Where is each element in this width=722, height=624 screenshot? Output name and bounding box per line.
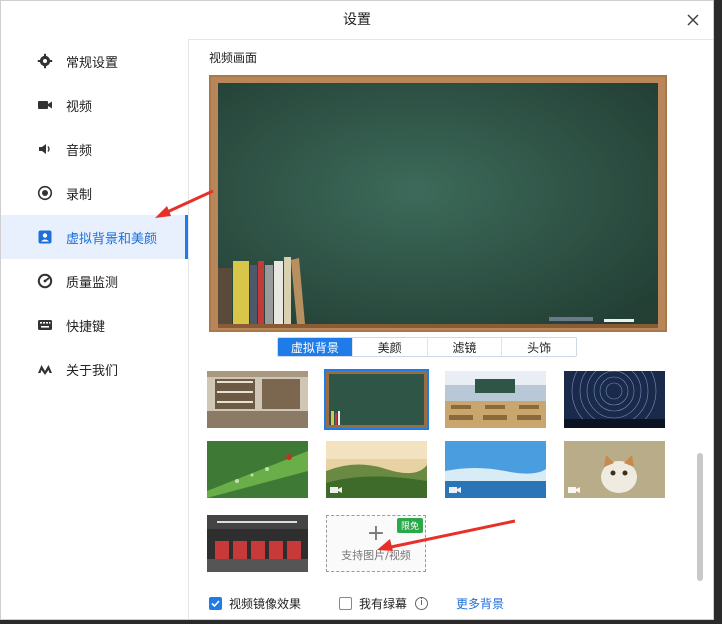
video-camera-icon xyxy=(37,97,53,113)
sidebar-item-label: 音频 xyxy=(66,143,93,159)
settings-window: 设置 常规设置 视频 音频 录制 虚拟背景和美颜 质量监测 快捷键 关于我们 视… xyxy=(0,0,714,620)
background-thumbnail-classroom[interactable] xyxy=(445,371,546,428)
sidebar: 常规设置 视频 音频 录制 虚拟背景和美颜 质量监测 快捷键 关于我们 xyxy=(1,39,189,619)
sidebar-item-label: 视频 xyxy=(66,99,93,115)
checkbox-checked-icon xyxy=(209,596,222,610)
tab-headwear[interactable]: 头饰 xyxy=(502,338,576,356)
checkbox-unchecked-icon xyxy=(339,596,353,610)
background-thumbnail-sofas-room[interactable] xyxy=(207,515,308,572)
greenscreen-checkbox[interactable]: 我有绿幕 i xyxy=(339,595,429,612)
sidebar-item-general[interactable]: 常规设置 xyxy=(1,39,188,83)
record-icon xyxy=(37,185,53,201)
title-bar: 设置 xyxy=(1,1,713,40)
window-title: 设置 xyxy=(343,12,371,28)
background-thumbnail-green-hills[interactable] xyxy=(326,441,427,498)
sidebar-item-label: 常规设置 xyxy=(66,55,119,71)
video-badge-icon xyxy=(330,487,342,493)
main-panel: 视频画面 虚拟背景 美颜 滤镜 头饰 限免 + 支持图片/视频 视频镜像效果 我… xyxy=(189,39,713,619)
portrait-icon xyxy=(37,229,53,245)
monitor-gauge-icon xyxy=(37,273,53,289)
background-thumbnail-bookshelf-room[interactable] xyxy=(207,371,308,428)
video-preview xyxy=(209,75,667,332)
section-title: 视频画面 xyxy=(209,51,258,65)
effect-tabs: 虚拟背景 美颜 滤镜 头饰 xyxy=(277,337,577,357)
sidebar-item-virtual-background[interactable]: 虚拟背景和美颜 xyxy=(1,215,188,259)
video-badge-icon xyxy=(568,487,580,493)
sidebar-item-record[interactable]: 录制 xyxy=(1,171,188,215)
scrollbar[interactable] xyxy=(697,453,703,581)
greenscreen-label: 我有绿幕 xyxy=(359,596,408,611)
sidebar-item-about[interactable]: 关于我们 xyxy=(1,347,188,391)
tab-filter[interactable]: 滤镜 xyxy=(427,338,503,356)
keyboard-icon xyxy=(37,317,53,333)
sidebar-item-shortcuts[interactable]: 快捷键 xyxy=(1,303,188,347)
gear-icon xyxy=(37,53,53,69)
sidebar-item-label: 虚拟背景和美颜 xyxy=(66,231,158,247)
background-thumbnail-kitten[interactable] xyxy=(564,441,665,498)
close-icon[interactable] xyxy=(683,10,703,30)
upload-background-button[interactable]: 限免 + 支持图片/视频 xyxy=(326,515,426,572)
speaker-icon xyxy=(37,141,53,157)
free-badge: 限免 xyxy=(396,518,423,533)
background-thumbnail-chalkboard[interactable] xyxy=(324,369,429,430)
mirror-label: 视频镜像效果 xyxy=(229,596,302,611)
sidebar-item-audio[interactable]: 音频 xyxy=(1,127,188,171)
background-thumbnail-star-trails[interactable] xyxy=(564,371,665,428)
sidebar-item-label: 快捷键 xyxy=(66,319,106,335)
logo-icon xyxy=(37,361,53,377)
mirror-checkbox[interactable]: 视频镜像效果 xyxy=(209,595,301,612)
sidebar-item-label: 质量监测 xyxy=(66,275,119,291)
background-thumbnail-sky-sea[interactable] xyxy=(445,441,546,498)
info-icon[interactable]: i xyxy=(415,596,429,610)
sidebar-item-video[interactable]: 视频 xyxy=(1,83,188,127)
sidebar-item-quality[interactable]: 质量监测 xyxy=(1,259,188,303)
tab-virtual-background[interactable]: 虚拟背景 xyxy=(278,338,353,356)
more-backgrounds-link[interactable]: 更多背景 xyxy=(456,595,504,612)
background-thumbnail-leaf-ladybug[interactable] xyxy=(207,441,308,498)
sidebar-item-label: 录制 xyxy=(66,187,93,203)
video-badge-icon xyxy=(449,487,461,493)
sidebar-item-label: 关于我们 xyxy=(66,363,119,379)
footer-options: 视频镜像效果 我有绿幕 i 更多背景 xyxy=(209,593,504,613)
tab-beauty[interactable]: 美颜 xyxy=(352,338,428,356)
upload-hint: 支持图片/视频 xyxy=(341,548,411,562)
plus-icon: + xyxy=(366,520,386,546)
